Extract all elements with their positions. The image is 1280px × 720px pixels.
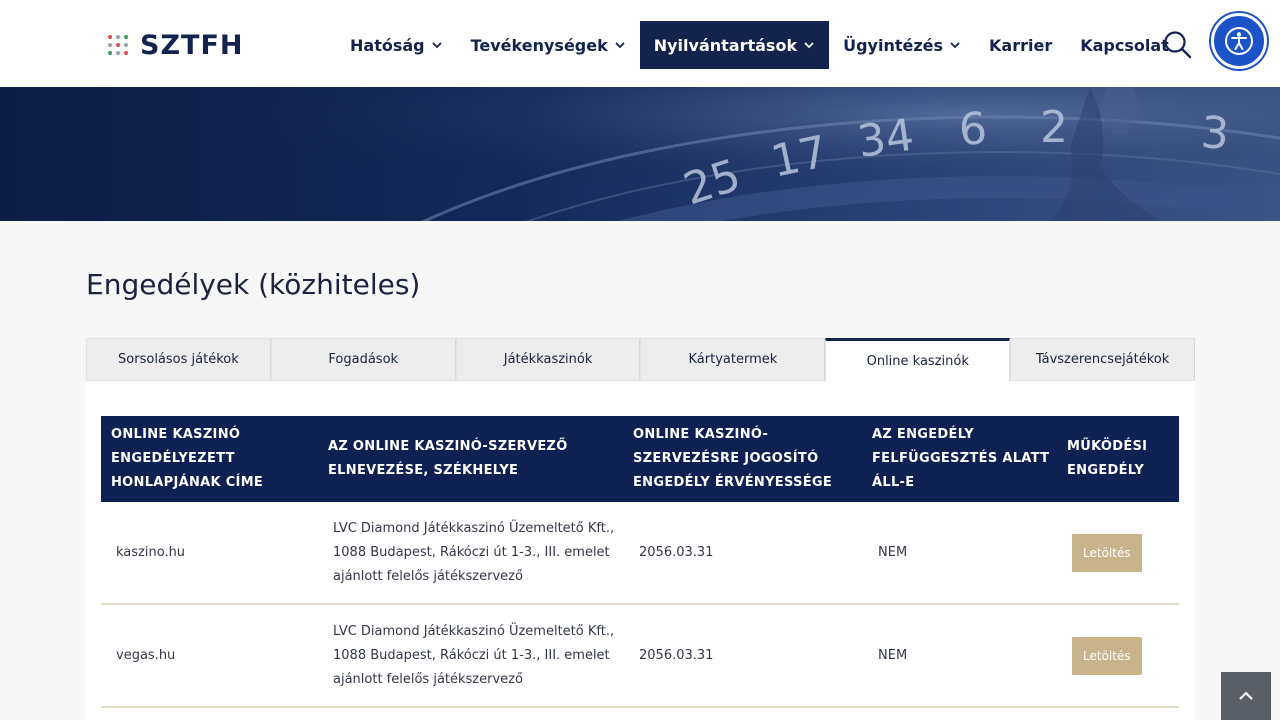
cell-license: Letöltés [1072,605,1172,706]
nav-item-label: Karrier [989,35,1053,55]
cell-license: Letöltés [1072,502,1172,603]
nav-item-label: Hatóság [350,35,425,55]
cell-site: kaszino.hu [116,544,186,560]
table-header: Online kaszinó engedélyezett honlapjának… [101,416,1179,502]
main-nav: Hatóság Tevékenységek Nyilvántartások Üg… [336,21,1183,69]
tab-sorsolasos-jatekok[interactable]: Sorsolásos játékok [86,338,271,381]
chevron-down-icon [431,42,442,49]
column-header-validity: Online kaszinó-szervezésre jogosító enge… [633,427,833,490]
tab-tavszerencsejatekok[interactable]: Távszerencsejátékok [1010,338,1195,381]
search-button[interactable] [1163,30,1193,60]
wheel-number: 34 [854,110,917,168]
scroll-to-top-button[interactable] [1221,672,1271,720]
column-header-site: Online kaszinó engedélyezett honlapjának… [111,427,264,490]
license-tabs: Sorsolásos játékok Fogadások Játékkaszin… [86,338,1195,381]
cell-suspended: NEM [878,647,908,663]
search-icon [1164,31,1192,59]
table-row: kaszino.hu LVC Diamond Játékkaszinó Üzem… [101,502,1179,605]
logo-dots [108,35,128,55]
page-title: Engedélyek (közhiteles) [86,268,421,301]
download-button[interactable]: Letöltés [1072,533,1142,572]
accessibility-button[interactable] [1211,13,1267,69]
logo-dot [108,35,112,39]
nav-item-label: Kapcsolat [1080,35,1169,55]
chevron-down-icon [615,42,625,49]
wheel-number: 3 [1199,107,1230,160]
roulette-wheel-image: 25 17 34 6 2 3 [0,87,1280,221]
cell-organizer: LVC Diamond Játékkaszinó Üzemeltető Kft.… [333,520,615,584]
chevron-down-icon [804,42,814,49]
nav-item-nyilvantartasok[interactable]: Nyilvántartások [639,21,830,69]
nav-item-ugyintezes[interactable]: Ügyintézés [829,21,975,69]
chevron-down-icon [950,42,960,49]
cell-site: vegas.hu [116,647,176,663]
logo-dot [124,35,128,39]
nav-item-tevekenysegek[interactable]: Tevékenységek [457,21,640,69]
wheel-number: 2 [1040,102,1068,153]
nav-item-hatosag[interactable]: Hatóság [336,21,457,69]
cell-validity: 2056.03.31 [639,647,714,663]
cell-suspended: NEM [878,544,908,560]
site-logo[interactable]: SZTFH [108,29,244,61]
column-header-suspended: Az engedély felfüggesztés alatt áll-e [872,427,1050,490]
wheel-number: 6 [957,103,988,156]
nav-item-label: Nyilvántartások [653,35,798,55]
tab-online-kaszinok[interactable]: Online kaszinók [825,338,1011,381]
nav-item-label: Ügyintézés [843,35,944,55]
hero-banner: 25 17 34 6 2 3 [0,87,1280,221]
cell-organizer: LVC Diamond Játékkaszinó Üzemeltető Kft.… [333,623,615,687]
logo-dot [108,43,112,47]
accessibility-icon [1225,27,1253,55]
logo-dot [116,51,120,55]
column-header-organizer: Az online kaszinó-szervező elnevezése, s… [328,439,568,478]
tab-kartyatermek[interactable]: Kártyatermek [640,338,826,381]
chevron-up-icon [1239,691,1253,700]
logo-dot [116,43,120,47]
logo-dot [124,43,128,47]
logo-dot [116,35,120,39]
logo-dot [124,51,128,55]
table-row: vegas.hu LVC Diamond Játékkaszinó Üzemel… [101,605,1179,708]
cell-validity: 2056.03.31 [639,544,714,560]
site-header: SZTFH Hatóság Tevékenységek Nyilvántartá… [0,0,1280,87]
column-header-license: Működési engedély [1067,439,1148,478]
tab-jatekkaszinok[interactable]: Játékkaszinók [455,338,641,381]
nav-item-label: Tevékenységek [470,35,608,55]
nav-item-karrier[interactable]: Karrier [975,21,1066,69]
download-button[interactable]: Letöltés [1072,636,1142,675]
tab-fogadasok[interactable]: Fogadások [270,338,456,381]
logo-text: SZTFH [140,29,244,61]
logo-dot [108,51,112,55]
tab-panel: Online kaszinó engedélyezett honlapjának… [86,381,1195,720]
